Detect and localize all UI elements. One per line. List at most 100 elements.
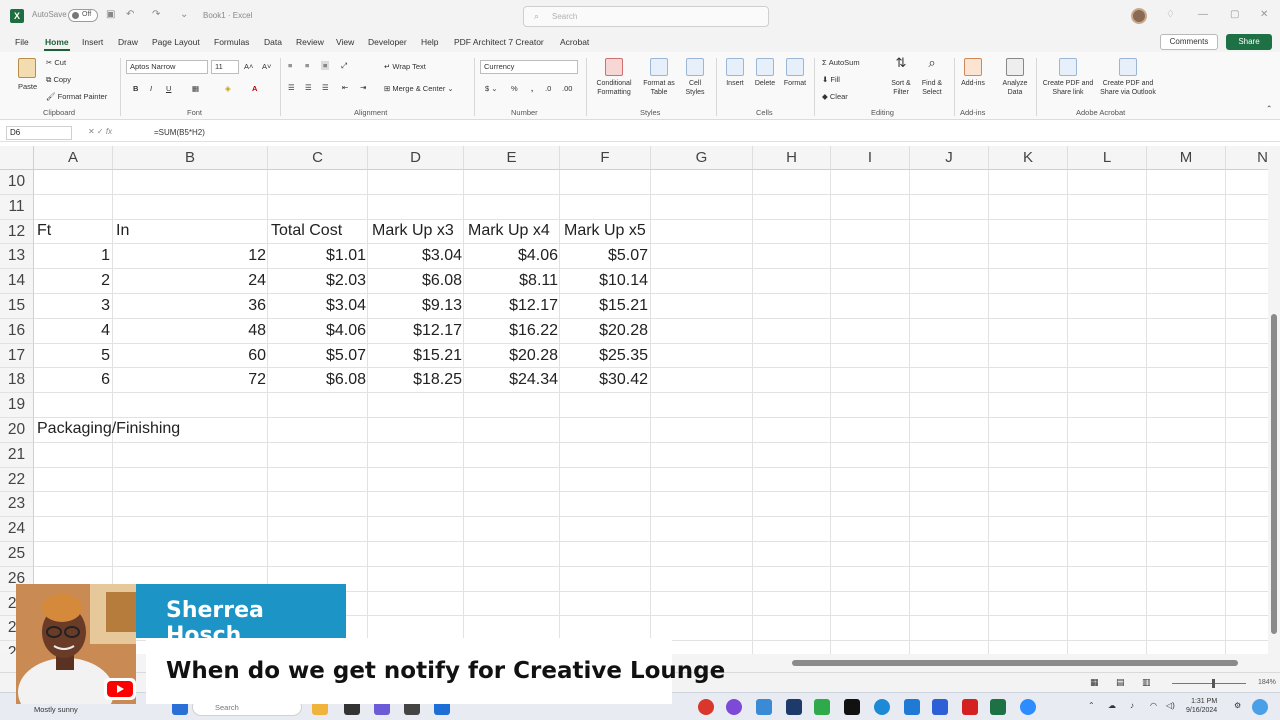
- cell-c15[interactable]: $3.04: [326, 297, 366, 315]
- tiktok-icon[interactable]: [844, 699, 860, 715]
- column-header-c[interactable]: C: [268, 146, 368, 170]
- cell-d18[interactable]: $18.25: [413, 371, 462, 389]
- format-painter-button[interactable]: 🖌 Format Painter: [46, 92, 107, 101]
- add-ins-button[interactable]: Add-ins: [958, 58, 988, 88]
- align-right-icon[interactable]: ☰: [322, 83, 329, 92]
- tab-view[interactable]: View: [336, 37, 354, 47]
- save-icon[interactable]: ▣: [106, 9, 115, 20]
- row-header-14[interactable]: 14: [0, 269, 34, 294]
- cell-c18[interactable]: $6.08: [326, 371, 366, 389]
- tab-acrobat[interactable]: Acrobat: [560, 37, 589, 47]
- column-header-f[interactable]: F: [560, 146, 651, 170]
- app-icon[interactable]: [698, 699, 714, 715]
- name-box[interactable]: D6: [6, 126, 72, 140]
- cell-f16[interactable]: $20.28: [599, 322, 648, 340]
- cell-f13[interactable]: $5.07: [608, 247, 648, 265]
- fill-color-icon[interactable]: ◈: [225, 84, 231, 93]
- minimize-icon[interactable]: —: [1198, 9, 1208, 20]
- align-bottom-icon[interactable]: ≡: [321, 61, 330, 70]
- font-size-select[interactable]: 11: [211, 60, 239, 74]
- maximize-icon[interactable]: ▢: [1230, 9, 1239, 20]
- cell-e13[interactable]: $4.06: [518, 247, 558, 265]
- cell-a15[interactable]: 3: [101, 297, 110, 315]
- app-icon[interactable]: [904, 699, 920, 715]
- tray-chevron-icon[interactable]: ⌃: [1088, 701, 1095, 710]
- bold-icon[interactable]: B: [133, 84, 138, 93]
- clear-button[interactable]: ◆ Clear: [822, 92, 848, 101]
- page-layout-view-icon[interactable]: ▤: [1116, 677, 1125, 688]
- column-header-g[interactable]: G: [651, 146, 753, 170]
- cell-a13[interactable]: 1: [101, 247, 110, 265]
- zoom-app-icon[interactable]: [1020, 699, 1036, 715]
- normal-view-icon[interactable]: ▦: [1090, 677, 1099, 688]
- column-header-l[interactable]: L: [1068, 146, 1147, 170]
- cell-b15[interactable]: 36: [248, 297, 266, 315]
- formula-input[interactable]: =SUM(B5*H2): [154, 128, 205, 137]
- tab-page-layout[interactable]: Page Layout: [152, 37, 200, 47]
- zoom-slider-knob[interactable]: [1212, 679, 1215, 688]
- wifi-icon[interactable]: ◠: [1150, 701, 1157, 710]
- cell-b12[interactable]: In: [116, 222, 129, 240]
- row-header-21[interactable]: 21: [0, 442, 34, 468]
- cell-f17[interactable]: $25.35: [599, 347, 648, 365]
- tab-developer[interactable]: Developer: [368, 37, 407, 47]
- collapse-ribbon-icon[interactable]: ⌃: [1266, 104, 1272, 113]
- align-top-icon[interactable]: ≡: [288, 61, 292, 70]
- underline-icon[interactable]: U: [166, 84, 171, 93]
- column-header-n[interactable]: N: [1226, 146, 1268, 170]
- analyze-data-button[interactable]: Analyze Data: [998, 58, 1032, 97]
- cell-e16[interactable]: $16.22: [509, 322, 558, 340]
- cell-e18[interactable]: $24.34: [509, 371, 558, 389]
- increase-decimal-icon[interactable]: .0: [545, 84, 551, 93]
- cell-b18[interactable]: 72: [248, 371, 266, 389]
- excel-taskbar-icon[interactable]: [990, 699, 1006, 715]
- customize-qat-icon[interactable]: ⌄: [180, 9, 188, 20]
- row-header-24[interactable]: 24: [0, 517, 34, 542]
- tab-formulas[interactable]: Formulas: [214, 37, 249, 47]
- share-button[interactable]: Share: [1226, 34, 1272, 50]
- photoshop-icon[interactable]: [786, 699, 802, 715]
- page-break-view-icon[interactable]: ▥: [1142, 677, 1151, 688]
- column-header-k[interactable]: K: [989, 146, 1068, 170]
- app-icon[interactable]: [814, 699, 830, 715]
- column-header-b[interactable]: B: [113, 146, 268, 170]
- vertical-scroll-thumb[interactable]: [1271, 314, 1277, 634]
- column-header-h[interactable]: H: [753, 146, 831, 170]
- decrease-font-icon[interactable]: A˅: [262, 62, 271, 71]
- format-cells-button[interactable]: Format: [781, 58, 809, 88]
- paste-icon[interactable]: [18, 58, 36, 78]
- tab-review[interactable]: Review: [296, 37, 324, 47]
- increase-font-icon[interactable]: A˄: [244, 62, 253, 71]
- cell-b14[interactable]: 24: [248, 272, 266, 290]
- cell-d14[interactable]: $6.08: [422, 272, 462, 290]
- decrease-indent-icon[interactable]: ⇤: [342, 83, 348, 92]
- orientation-icon[interactable]: ⤢: [341, 61, 347, 71]
- cell-d16[interactable]: $12.17: [413, 322, 462, 340]
- tab-pdf-architect[interactable]: PDF Architect 7 Creator: [454, 37, 544, 47]
- cell-f18[interactable]: $30.42: [599, 371, 648, 389]
- app-icon[interactable]: [726, 699, 742, 715]
- app-icon[interactable]: [932, 699, 948, 715]
- close-icon[interactable]: ✕: [1260, 9, 1268, 20]
- cell-c17[interactable]: $5.07: [326, 347, 366, 365]
- sort-filter-button[interactable]: ⇅ Sort & Filter: [884, 56, 918, 97]
- lightbulb-icon[interactable]: ♢: [1166, 9, 1175, 20]
- edge-icon[interactable]: [874, 699, 890, 715]
- cell-e17[interactable]: $20.28: [509, 347, 558, 365]
- acrobat-icon[interactable]: [962, 699, 978, 715]
- column-header-m[interactable]: M: [1147, 146, 1226, 170]
- cell-c14[interactable]: $2.03: [326, 272, 366, 290]
- weather-text[interactable]: Mostly sunny: [34, 705, 78, 714]
- comments-button[interactable]: Comments: [1160, 34, 1218, 50]
- tab-insert[interactable]: Insert: [82, 37, 103, 47]
- row-header-13[interactable]: 13: [0, 244, 34, 270]
- row-header-11[interactable]: 11: [0, 194, 34, 220]
- copy-button[interactable]: ⧉ Copy: [46, 75, 71, 85]
- fx-icon[interactable]: ✕ ✓ fx: [88, 127, 112, 136]
- comma-icon[interactable]: ,: [531, 84, 533, 93]
- find-select-button[interactable]: ⌕ Find & Select: [916, 56, 948, 97]
- app-icon[interactable]: [756, 699, 772, 715]
- align-left-icon[interactable]: ☰: [288, 83, 295, 92]
- cell-c13[interactable]: $1.01: [326, 247, 366, 265]
- cell-a17[interactable]: 5: [101, 347, 110, 365]
